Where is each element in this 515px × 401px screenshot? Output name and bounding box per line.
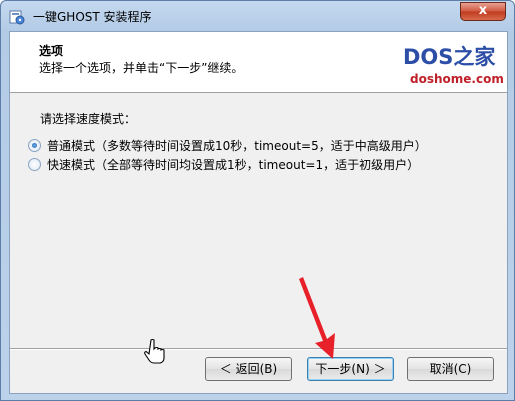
logo-text: DOS之家 xyxy=(403,45,496,69)
logo-url: doshome.com xyxy=(410,72,504,86)
radio-label: 快速模式（全部等待时间均设置成1秒，timeout=1，适于初级用户） xyxy=(47,158,420,172)
app-icon xyxy=(9,10,25,25)
page-subtitle: 选择一个选项，并单击“下一步”继续。 xyxy=(39,61,244,75)
radio-option-fast[interactable]: 快速模式（全部等待时间均设置成1秒，timeout=1，适于初级用户） xyxy=(28,156,419,173)
radio-label: 普通模式（多数等待时间设置成10秒，timeout=5，适于中高级用户） xyxy=(47,139,427,153)
wizard-header: 选项 选择一个选项，并单击“下一步”继续。 DOS之家 doshome.com xyxy=(10,32,507,93)
close-button[interactable]: x xyxy=(460,2,506,21)
close-icon: x xyxy=(478,3,488,18)
radio-button-checked[interactable] xyxy=(28,139,41,152)
button-divider xyxy=(10,348,507,350)
radio-option-normal[interactable]: 普通模式（多数等待时间设置成10秒，timeout=5，适于中高级用户） xyxy=(28,137,427,154)
title-bar[interactable]: 一键GHOST 安装程序 x xyxy=(1,1,514,31)
annotation-arrow-icon xyxy=(299,277,335,359)
dos-home-logo: DOS之家 doshome.com xyxy=(398,38,506,90)
installer-window: 一键GHOST 安装程序 x 选项 选择一个选项，并单击“下一步”继续。 DOS… xyxy=(0,0,515,401)
cancel-button[interactable]: 取消(C) xyxy=(407,357,494,381)
page-title: 选项 xyxy=(39,44,64,58)
speed-mode-label: 请选择速度模式： xyxy=(40,112,137,126)
back-button[interactable]: ＜ 返回(B) xyxy=(205,357,292,381)
radio-button[interactable] xyxy=(28,158,41,171)
hand-cursor-icon xyxy=(144,338,165,364)
wizard-client-area: 选项 选择一个选项，并单击“下一步”继续。 DOS之家 doshome.com … xyxy=(9,31,508,394)
window-title: 一键GHOST 安装程序 xyxy=(33,10,152,24)
